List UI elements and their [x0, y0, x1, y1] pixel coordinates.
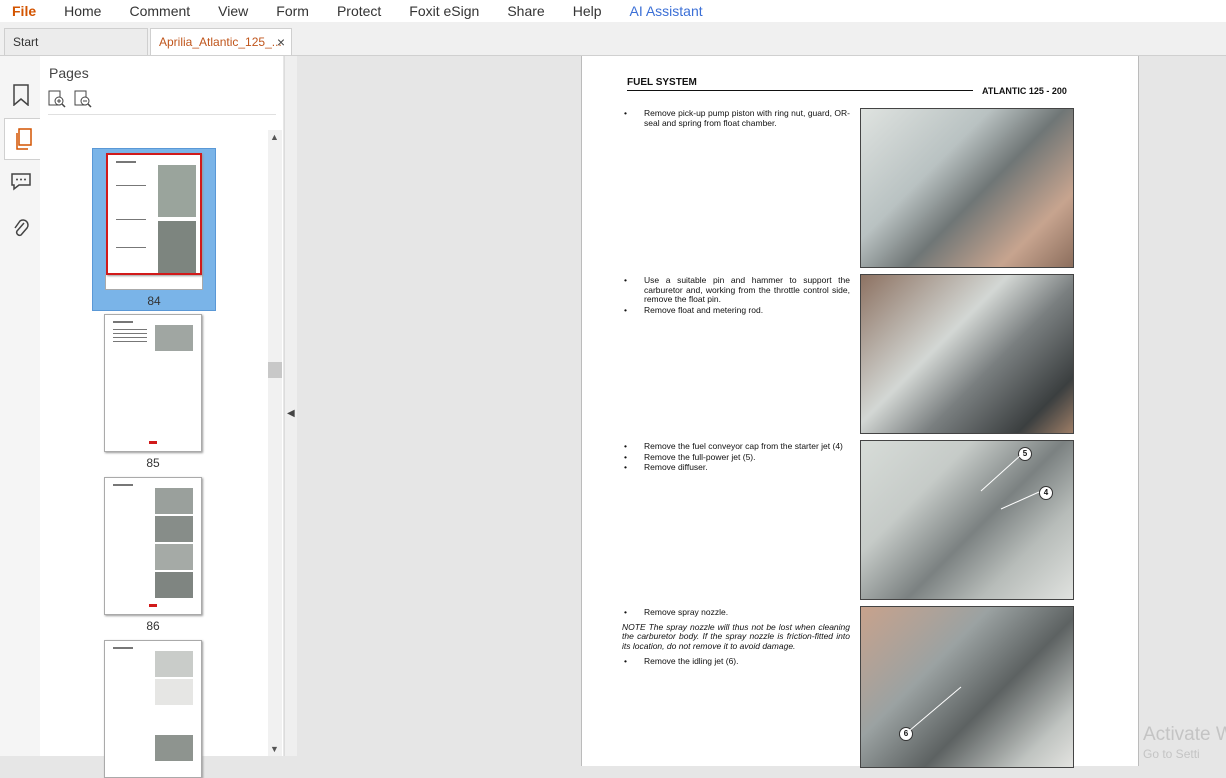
list-item: Remove diffuser. — [622, 462, 850, 473]
photo-idling-jet: 6 — [860, 606, 1074, 768]
tab-document[interactable]: Aprilia_Atlantic_125_... × — [150, 28, 292, 55]
menu-file[interactable]: File — [12, 3, 36, 19]
thumbnail-scrollbar[interactable]: ▲ ▼ — [268, 130, 282, 756]
thumbnail-image — [104, 640, 202, 778]
collapse-arrow-icon[interactable]: ◀ — [287, 408, 295, 419]
bookmark-icon[interactable] — [8, 82, 34, 108]
zoom-out-thumbnail-icon[interactable] — [74, 90, 92, 113]
photo-pump-piston — [860, 108, 1074, 268]
zoom-in-thumbnail-icon[interactable] — [48, 90, 66, 113]
list-item: Use a suitable pin and hammer to support… — [622, 275, 850, 305]
menu-foxit-esign[interactable]: Foxit eSign — [409, 3, 479, 19]
header-rule — [627, 90, 973, 91]
page-thumbnail-87[interactable] — [92, 640, 214, 778]
thumbnail-page-number: 84 — [147, 294, 161, 308]
instruction-block: Remove pick-up pump piston with ring nut… — [622, 108, 850, 129]
thumbnail-image — [104, 477, 202, 615]
scrollbar-thumb[interactable] — [268, 362, 282, 378]
tab-bar: Start Aprilia_Atlantic_125_... × — [0, 22, 1226, 56]
menu-comment[interactable]: Comment — [129, 3, 190, 19]
list-item: Remove float and metering rod. — [622, 305, 850, 316]
attachment-icon[interactable] — [8, 216, 34, 242]
scroll-up-icon[interactable]: ▲ — [270, 132, 279, 142]
list-item: Remove the idling jet (6). — [622, 656, 850, 667]
photo-jets: 5 4 — [860, 440, 1074, 600]
panel-toolbar — [48, 90, 92, 113]
photo-float-pin — [860, 274, 1074, 434]
pages-icon[interactable] — [4, 118, 41, 160]
document-viewport[interactable]: FUEL SYSTEM ATLANTIC 125 - 200 Remove pi… — [297, 56, 1226, 768]
list-item: Remove pick-up pump piston with ring nut… — [622, 108, 850, 128]
panel-collapse-handle[interactable]: ◀ — [284, 56, 297, 756]
menu-protect[interactable]: Protect — [337, 3, 381, 19]
menu-help[interactable]: Help — [573, 3, 602, 19]
tab-document-label: Aprilia_Atlantic_125_... — [159, 35, 282, 49]
page-header-model: ATLANTIC 125 - 200 — [982, 86, 1067, 96]
activation-watermark: Activate W — [1143, 724, 1226, 745]
comments-icon[interactable] — [8, 168, 34, 194]
note-text: NOTE The spray nozzle will thus not be l… — [622, 621, 850, 651]
list-item: Remove the fuel conveyor cap from the st… — [622, 441, 850, 452]
thumbnail-image — [104, 314, 202, 452]
close-icon[interactable]: × — [277, 34, 285, 50]
document-page: FUEL SYSTEM ATLANTIC 125 - 200 Remove pi… — [581, 56, 1139, 768]
menu-ai-assistant[interactable]: AI Assistant — [630, 3, 703, 19]
instruction-block: Remove the fuel conveyor cap from the st… — [622, 441, 850, 474]
menu-share[interactable]: Share — [507, 3, 544, 19]
page-thumbnail-86[interactable]: 86 — [92, 477, 214, 633]
scroll-down-icon[interactable]: ▼ — [270, 744, 279, 754]
page-thumbnail-85[interactable]: 85 — [92, 314, 214, 470]
panel-divider — [48, 114, 276, 115]
thumbnail-page-number: 85 — [146, 456, 160, 470]
instruction-block: Remove spray nozzle. NOTE The spray nozz… — [622, 607, 850, 668]
menu-bar: File Home Comment View Form Protect Foxi… — [0, 0, 1226, 22]
instruction-block: Use a suitable pin and hammer to support… — [622, 275, 850, 316]
page-thumbnail-84[interactable]: 84 — [92, 148, 216, 311]
menu-form[interactable]: Form — [276, 3, 309, 19]
menu-home[interactable]: Home — [64, 3, 101, 19]
navigation-rail — [0, 56, 41, 756]
page-header-section: FUEL SYSTEM — [627, 77, 697, 88]
list-item: Remove the full-power jet (5). — [622, 452, 850, 463]
menu-view[interactable]: View — [218, 3, 248, 19]
thumbnail-page-number: 86 — [146, 619, 160, 633]
panel-title: Pages — [49, 65, 89, 81]
pages-panel: Pages 84 85 86 ▲ ▼ — [40, 56, 283, 778]
list-item: Remove spray nozzle. — [622, 607, 850, 618]
activation-watermark-sub: Go to Setti — [1143, 747, 1200, 761]
tab-start-label: Start — [13, 35, 39, 49]
tab-start[interactable]: Start — [4, 28, 148, 55]
thumbnail-image — [106, 153, 202, 275]
